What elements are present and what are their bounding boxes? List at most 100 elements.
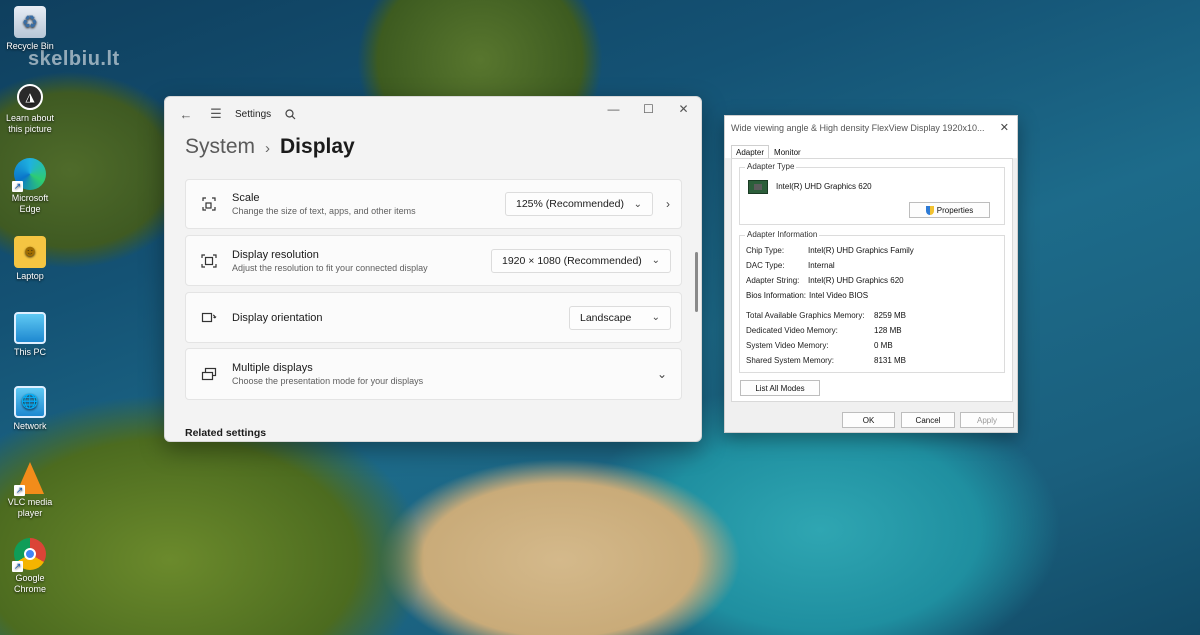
- recycle-bin-icon: ♻: [14, 6, 46, 38]
- shortcut-arrow-icon: ↗: [12, 561, 23, 572]
- network-icon: 🌐: [14, 386, 46, 418]
- shield-icon: [925, 205, 934, 215]
- hamburger-menu-icon[interactable]: ☰: [205, 103, 227, 125]
- display-orientation-card: Display orientation Landscape ⌄: [185, 292, 682, 343]
- tab-adapter[interactable]: Adapter: [731, 145, 770, 158]
- adapter-type-value: Intel(R) UHD Graphics 620: [776, 182, 872, 191]
- scrollbar[interactable]: [695, 252, 698, 312]
- apply-button[interactable]: Apply: [960, 412, 1014, 428]
- display-resolution-title: Display resolution: [232, 248, 319, 261]
- settings-titlebar: ← ☰ Settings — ☐ ✕: [165, 97, 701, 131]
- system-memory-value: 0 MB: [874, 341, 893, 350]
- properties-button[interactable]: Properties: [909, 202, 990, 218]
- desktop-icon-label: Laptop: [16, 271, 44, 281]
- display-resolution-card: Display resolution Adjust the resolution…: [185, 235, 682, 286]
- bios-info-key: Bios Information:: [746, 291, 807, 300]
- system-memory-key: System Video Memory:: [746, 341, 829, 350]
- adapter-type-label: Adapter Type: [745, 162, 797, 171]
- tab-monitor[interactable]: Monitor: [769, 145, 806, 158]
- search-icon[interactable]: [279, 103, 301, 125]
- display-resolution-value: 1920 × 1080 (Recommended): [502, 254, 642, 267]
- display-orientation-title: Display orientation: [232, 311, 323, 324]
- shortcut-arrow-icon: ↗: [12, 181, 23, 192]
- adapter-type-group: Adapter Type Intel(R) UHD Graphics 620 P…: [739, 162, 1005, 225]
- shared-memory-key: Shared System Memory:: [746, 356, 835, 365]
- scale-card[interactable]: Scale Change the size of text, apps, and…: [185, 179, 682, 229]
- desktop-icon-learn-picture[interactable]: ◮ Learn about this picture: [2, 84, 58, 136]
- multiple-displays-subtitle: Choose the presentation mode for your di…: [232, 376, 424, 386]
- chevron-down-icon: ⌄: [651, 255, 660, 266]
- resolution-icon: [186, 253, 232, 268]
- multiple-displays-icon: [186, 367, 232, 381]
- monitor-icon: [14, 312, 46, 344]
- cancel-button[interactable]: Cancel: [901, 412, 955, 428]
- chevron-right-icon[interactable]: ›: [655, 197, 681, 211]
- close-icon[interactable]: ✕: [1000, 121, 1009, 134]
- dedicated-memory-row: Dedicated Video Memory: 128 MB: [746, 326, 902, 335]
- shortcut-arrow-icon: ↗: [14, 485, 25, 496]
- page-title: Display: [280, 135, 355, 158]
- adapter-string-value: Intel(R) UHD Graphics 620: [808, 276, 904, 285]
- desktop-icon-laptop[interactable]: ☻ Laptop: [2, 236, 58, 282]
- vlc-icon: ↗: [14, 462, 44, 496]
- settings-window: ← ☰ Settings — ☐ ✕ System › Display Scal…: [164, 96, 702, 442]
- orientation-icon: [186, 311, 232, 325]
- multiple-displays-card[interactable]: Multiple displays Choose the presentatio…: [185, 348, 682, 400]
- adapter-string-row: Adapter String: Intel(R) UHD Graphics 62…: [746, 276, 904, 285]
- desktop-icon-label: Network: [13, 421, 47, 431]
- close-button[interactable]: ✕: [666, 97, 701, 121]
- app-title: Settings: [235, 108, 272, 120]
- breadcrumb: System › Display: [165, 131, 701, 163]
- chip-type-row: Chip Type: Intel(R) UHD Graphics Family: [746, 246, 914, 255]
- dedicated-memory-value: 128 MB: [874, 326, 902, 335]
- dedicated-memory-key: Dedicated Video Memory:: [746, 326, 838, 335]
- chevron-down-icon: ⌄: [651, 312, 660, 323]
- chip-type-value: Intel(R) UHD Graphics Family: [808, 246, 914, 255]
- scale-title: Scale: [232, 192, 260, 204]
- system-memory-row: System Video Memory: 0 MB: [746, 341, 893, 350]
- chrome-icon: ↗: [12, 538, 46, 572]
- desktop-icon-network[interactable]: 🌐 Network: [2, 386, 58, 432]
- adapter-properties-dialog: Wide viewing angle & High density FlexVi…: [724, 115, 1018, 433]
- edge-icon: ↗: [12, 158, 46, 192]
- maximize-button[interactable]: ☐: [631, 97, 666, 121]
- desktop-icon-chrome[interactable]: ↗ Google Chrome: [2, 538, 58, 596]
- dac-type-row: DAC Type: Internal: [746, 261, 835, 270]
- scale-icon: [186, 196, 232, 212]
- desktop-icon-label: Recycle Bin: [6, 41, 54, 51]
- properties-label: Properties: [936, 205, 974, 215]
- learn-picture-icon: ◮: [17, 84, 43, 110]
- graphics-card-icon: [748, 180, 768, 194]
- dialog-title-text: Wide viewing angle & High density FlexVi…: [731, 123, 985, 133]
- scale-dropdown[interactable]: 125% (Recommended) ⌄: [505, 192, 653, 216]
- related-settings-heading: Related settings: [185, 427, 267, 439]
- dac-type-key: DAC Type:: [746, 261, 785, 270]
- adapter-string-key: Adapter String:: [746, 276, 800, 285]
- breadcrumb-system[interactable]: System: [185, 135, 255, 159]
- list-all-modes-button[interactable]: List All Modes: [740, 380, 820, 396]
- chevron-down-icon[interactable]: ⌄: [649, 367, 675, 381]
- desktop-icon-label: Google Chrome: [13, 573, 46, 595]
- desktop-icon-label: Microsoft Edge: [11, 193, 49, 215]
- ok-button[interactable]: OK: [842, 412, 895, 428]
- adapter-info-label: Adapter Information: [745, 230, 820, 239]
- desktop-icon-recycle-bin[interactable]: ♻ Recycle Bin: [2, 6, 58, 52]
- scale-subtitle: Change the size of text, apps, and other…: [232, 206, 416, 216]
- chip-type-key: Chip Type:: [746, 246, 785, 255]
- multiple-displays-title: Multiple displays: [232, 362, 313, 374]
- desktop-icon-label: VLC media player: [7, 497, 53, 519]
- desktop-icon-this-pc[interactable]: This PC: [2, 312, 58, 358]
- back-arrow-icon[interactable]: ←: [175, 103, 197, 125]
- desktop-icon-edge[interactable]: ↗ Microsoft Edge: [2, 158, 58, 216]
- display-resolution-subtitle: Adjust the resolution to fit your connec…: [232, 262, 428, 273]
- display-resolution-dropdown[interactable]: 1920 × 1080 (Recommended) ⌄: [491, 248, 671, 273]
- breadcrumb-separator: ›: [265, 140, 271, 157]
- desktop-icon-vlc[interactable]: ↗ VLC media player: [2, 462, 58, 520]
- user-folder-icon: ☻: [14, 236, 46, 268]
- total-memory-row: Total Available Graphics Memory: 8259 MB: [746, 311, 906, 320]
- display-orientation-dropdown[interactable]: Landscape ⌄: [569, 305, 671, 330]
- minimize-button[interactable]: —: [596, 97, 631, 121]
- display-orientation-value: Landscape: [580, 311, 632, 324]
- shared-memory-value: 8131 MB: [874, 356, 907, 365]
- adapter-panel: Adapter Type Intel(R) UHD Graphics 620 P…: [731, 158, 1013, 402]
